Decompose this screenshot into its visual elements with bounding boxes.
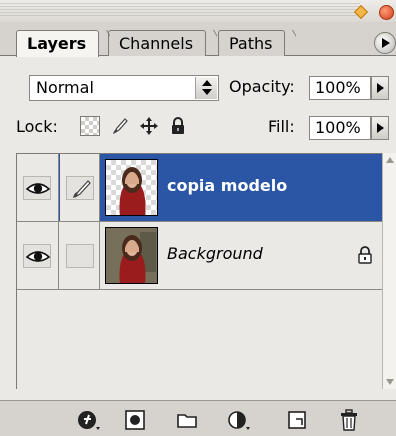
fill-value: 100%: [315, 118, 361, 137]
layer-style-icon[interactable]: [77, 409, 100, 431]
opacity-slider-button[interactable]: [371, 76, 389, 100]
blend-mode-value: Normal: [36, 78, 94, 97]
link-cell[interactable]: [60, 222, 100, 289]
opacity-value: 100%: [315, 78, 361, 97]
fill-label: Fill:: [268, 117, 295, 136]
drag-grip[interactable]: [0, 3, 360, 17]
layers-bottom-toolbar: [0, 400, 396, 436]
link-cell[interactable]: [60, 154, 100, 221]
lock-label: Lock:: [16, 117, 58, 136]
trash-icon[interactable]: [338, 409, 360, 431]
layers-palette: Paths Channels Layers Normal Opacity: 10…: [0, 0, 396, 436]
link-indicator: [66, 244, 94, 268]
visibility-cell[interactable]: [17, 154, 59, 221]
blend-mode-select[interactable]: Normal: [29, 75, 219, 101]
close-icon[interactable]: [374, 2, 394, 20]
fill-slider-button[interactable]: [371, 116, 389, 140]
layer-row-copia-modelo[interactable]: copia modelo: [17, 154, 383, 222]
visibility-toggle[interactable]: [23, 176, 51, 200]
lock-all-icon[interactable]: [168, 116, 188, 136]
layer-thumbnail: [105, 227, 158, 284]
tab-paths[interactable]: Paths: [218, 30, 286, 56]
brush-indicator: [66, 176, 94, 200]
tab-row: Paths Channels Layers: [0, 22, 396, 57]
layer-name[interactable]: Background: [167, 244, 263, 263]
tab-channels[interactable]: Channels: [108, 30, 207, 56]
new-layer-icon[interactable]: [286, 409, 308, 431]
tab-layers-label: Layers: [27, 34, 87, 53]
lock-transparency-icon[interactable]: [80, 116, 100, 136]
adjustment-layer-icon[interactable]: [227, 409, 250, 431]
lock-position-icon[interactable]: [139, 116, 159, 136]
select-arrows-icon[interactable]: [195, 77, 217, 99]
palette-title-bar[interactable]: [0, 0, 396, 22]
layer-name[interactable]: copia modelo: [167, 176, 287, 195]
tab-layers[interactable]: Layers: [16, 30, 100, 57]
fill-field[interactable]: 100%: [309, 116, 371, 140]
visibility-toggle[interactable]: [23, 244, 51, 268]
scroll-down-arrow-icon[interactable]: [383, 375, 396, 389]
opacity-label: Opacity:: [229, 77, 295, 96]
layers-scrollbar[interactable]: [382, 153, 396, 389]
brush-icon: [73, 180, 91, 198]
tab-edge: [205, 30, 217, 57]
visibility-cell[interactable]: [17, 222, 59, 289]
tab-channels-label: Channels: [119, 34, 194, 53]
eye-icon: [25, 251, 51, 262]
tab-paths-label: Paths: [229, 34, 273, 53]
collapse-diamond-icon[interactable]: [351, 2, 369, 20]
eye-icon: [25, 183, 51, 194]
opacity-field[interactable]: 100%: [309, 76, 371, 100]
lock-image-pixels-icon[interactable]: [110, 116, 130, 136]
scroll-up-arrow-icon[interactable]: [383, 153, 396, 167]
tab-edge: [284, 30, 296, 57]
layer-thumbnail: [105, 159, 158, 216]
layers-list: copia modelo Background: [16, 153, 383, 389]
layer-row-background[interactable]: Background: [17, 222, 383, 290]
new-group-icon[interactable]: [176, 409, 198, 431]
tab-edge: [98, 30, 110, 57]
layer-lock-icon: [357, 246, 373, 264]
palette-menu-button[interactable]: [374, 32, 396, 54]
add-mask-icon[interactable]: [124, 409, 146, 431]
